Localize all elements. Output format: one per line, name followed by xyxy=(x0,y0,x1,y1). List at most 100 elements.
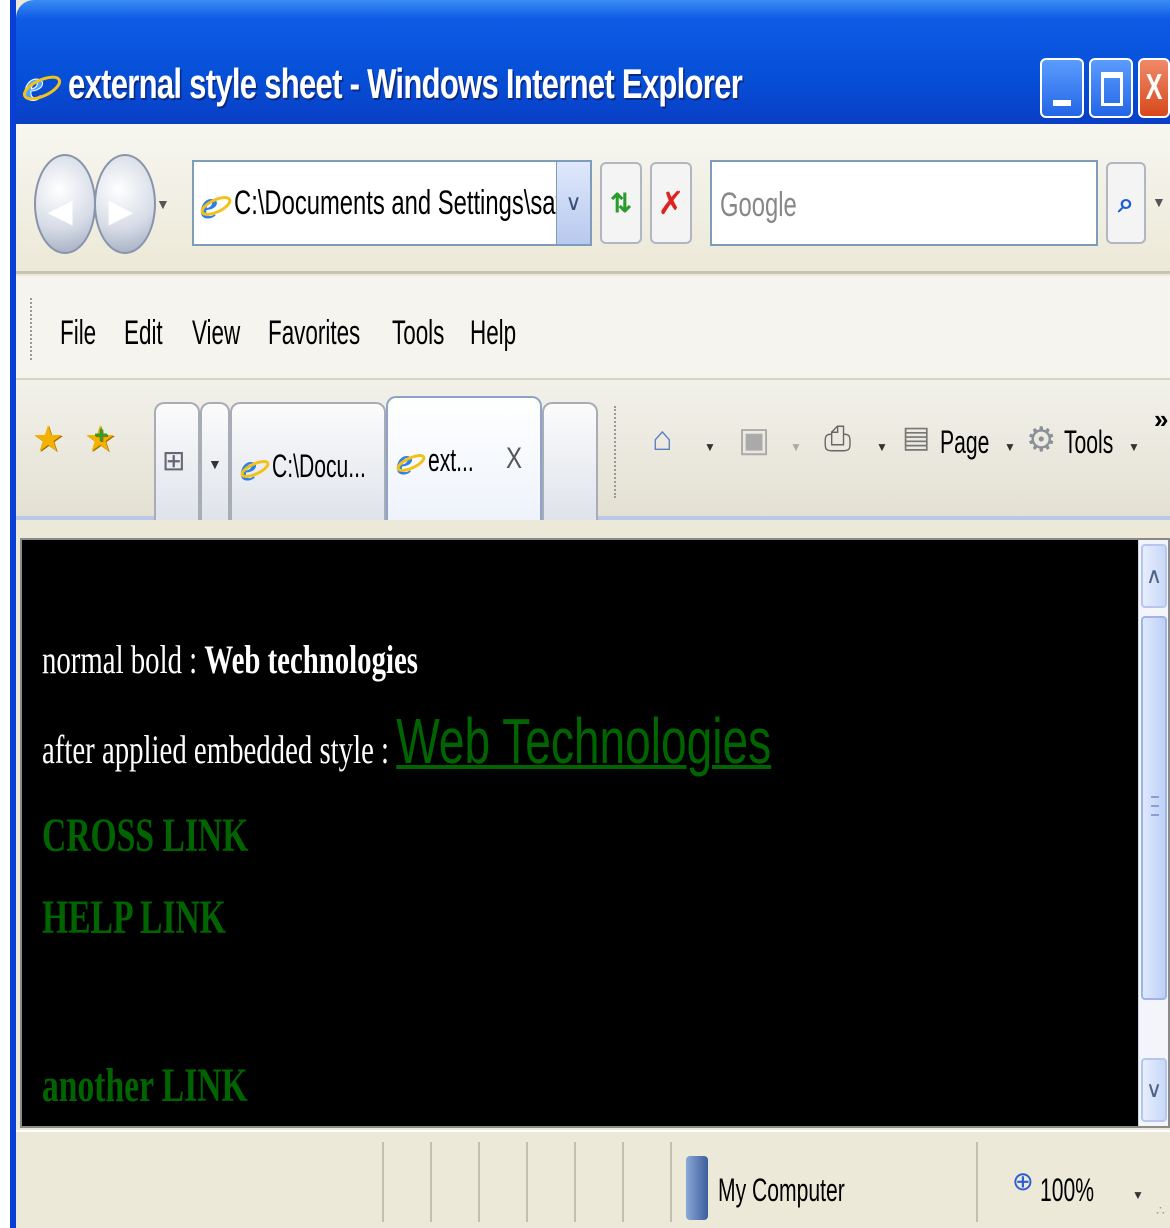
back-arrow-icon: ◀ xyxy=(49,195,73,228)
new-tab-button[interactable] xyxy=(542,402,598,520)
chevron-down-icon: ∨ xyxy=(1145,1077,1163,1102)
address-input[interactable]: C:\Documents and Settings\sati xyxy=(234,184,577,223)
close-icon: X xyxy=(1145,66,1163,107)
ie-page-icon: e xyxy=(240,448,270,486)
forward-button[interactable]: ▶ xyxy=(94,154,156,254)
computer-icon xyxy=(686,1156,708,1220)
minimize-icon xyxy=(1053,100,1071,106)
status-divider xyxy=(430,1142,432,1222)
address-bar[interactable]: e C:\Documents and Settings\sati ∨ xyxy=(192,160,592,246)
embedded-style-label: after applied embedded style : xyxy=(42,727,397,772)
command-bar: ★ ★ + ⊞ ▼ e C:\Docu... e ext... X ⌂ ▼ ▣ ▼… xyxy=(16,380,1170,520)
page-dropdown[interactable]: ▼ xyxy=(1004,440,1016,454)
toolbar-grip[interactable] xyxy=(30,298,34,360)
bold-text: Web technologies xyxy=(204,637,418,682)
menu-file[interactable]: File xyxy=(60,314,96,353)
ie-logo-icon: e xyxy=(22,62,62,106)
status-divider xyxy=(478,1142,480,1222)
cross-link[interactable]: CROSS LINK xyxy=(42,808,248,863)
menu-view[interactable]: View xyxy=(192,314,240,353)
close-button[interactable]: X xyxy=(1138,58,1170,118)
status-divider xyxy=(382,1142,384,1222)
ie-page-icon: e xyxy=(200,184,232,224)
scroll-thumb[interactable] xyxy=(1141,616,1167,1000)
zoom-level[interactable]: 100% xyxy=(1040,1172,1094,1209)
menu-tools[interactable]: Tools xyxy=(392,314,444,353)
search-button[interactable]: ⌕ xyxy=(1106,162,1146,244)
page-content: normal bold : Web technologies after app… xyxy=(22,540,1136,1126)
scroll-up-button[interactable]: ∧ xyxy=(1141,544,1167,608)
more-commands-icon[interactable]: » xyxy=(1154,404,1168,435)
zoom-icon: ⊕ xyxy=(1012,1166,1034,1196)
status-divider xyxy=(574,1142,576,1222)
search-icon: ⌕ xyxy=(1118,187,1134,218)
status-bar: My Computer ⊕ 100% ▼ ∴ xyxy=(16,1130,1170,1228)
navigation-bar: ◀ ▶ ▼ e C:\Documents and Settings\sati ∨… xyxy=(16,124,1170,274)
resize-grip-icon[interactable]: ∴ xyxy=(1156,1202,1165,1219)
refresh-button[interactable]: ⇅ xyxy=(600,162,642,244)
page-menu-button[interactable]: Page xyxy=(940,424,989,461)
status-divider xyxy=(670,1142,672,1222)
menu-bar: File Edit View Favorites Tools Help xyxy=(16,276,1170,380)
chevron-up-icon: ∧ xyxy=(1145,563,1163,588)
another-link[interactable]: another LINK xyxy=(42,1058,248,1113)
feeds-icon[interactable]: ▣ xyxy=(738,420,770,460)
embedded-style-line: after applied embedded style : Web Techn… xyxy=(42,704,771,778)
help-link[interactable]: HELP LINK xyxy=(42,890,226,945)
status-divider xyxy=(526,1142,528,1222)
recent-pages-dropdown[interactable]: ▼ xyxy=(156,196,170,212)
tab-documents[interactable]: e C:\Docu... xyxy=(230,402,386,520)
chevron-down-icon: ∨ xyxy=(565,190,582,215)
maximize-icon xyxy=(1101,72,1123,106)
vertical-scrollbar[interactable]: ∧ ∨ xyxy=(1138,540,1168,1126)
browser-window: e external style sheet - Windows Interne… xyxy=(10,0,1170,1228)
zoom-dropdown[interactable]: ▼ xyxy=(1132,1188,1144,1202)
add-favorites-icon[interactable]: ★ + xyxy=(84,418,116,460)
tab-list-button[interactable]: ▼ xyxy=(200,402,230,520)
gear-icon: ⚙ xyxy=(1026,421,1057,459)
print-icon[interactable]: ⎙ xyxy=(824,420,851,459)
home-dropdown[interactable]: ▼ xyxy=(704,440,716,454)
tab-external-style-sheet[interactable]: e ext... X xyxy=(386,396,542,520)
print-dropdown[interactable]: ▼ xyxy=(876,440,888,454)
feeds-dropdown[interactable]: ▼ xyxy=(790,440,802,454)
page-viewport: normal bold : Web technologies after app… xyxy=(20,538,1170,1128)
tab-label: ext... xyxy=(428,442,474,478)
tab-label: C:\Docu... xyxy=(272,448,366,484)
status-divider xyxy=(622,1142,624,1222)
minimize-button[interactable] xyxy=(1040,58,1084,118)
window-title: external style sheet - Windows Internet … xyxy=(68,60,743,107)
toolbar-separator xyxy=(614,406,616,498)
menu-favorites[interactable]: Favorites xyxy=(268,314,360,353)
home-icon[interactable]: ⌂ xyxy=(652,420,673,459)
address-dropdown-button[interactable]: ∨ xyxy=(556,162,590,244)
scroll-grip-icon xyxy=(1151,796,1159,816)
tools-dropdown[interactable]: ▼ xyxy=(1128,440,1140,454)
title-bar[interactable]: e external style sheet - Windows Interne… xyxy=(16,0,1170,124)
stop-button[interactable]: ✗ xyxy=(650,162,692,244)
search-options-dropdown[interactable]: ▼ xyxy=(1152,194,1166,210)
chevron-down-icon: ▼ xyxy=(208,456,222,472)
page-icon: ▤ xyxy=(902,421,931,454)
status-divider xyxy=(976,1142,978,1222)
quick-tabs-icon: ⊞ xyxy=(162,445,186,476)
forward-arrow-icon: ▶ xyxy=(109,195,133,228)
tools-menu-button[interactable]: Tools xyxy=(1064,424,1113,461)
tab-close-button[interactable]: X xyxy=(506,442,522,476)
normal-bold-label: normal bold : xyxy=(42,637,205,682)
stop-icon: ✗ xyxy=(657,185,685,221)
security-zone-label[interactable]: My Computer xyxy=(718,1172,845,1209)
styled-heading-text: Web Technologies xyxy=(396,705,772,777)
scroll-down-button[interactable]: ∨ xyxy=(1141,1058,1167,1122)
search-box[interactable]: Google xyxy=(710,160,1098,246)
menu-help[interactable]: Help xyxy=(470,314,516,353)
menu-edit[interactable]: Edit xyxy=(124,314,163,353)
maximize-button[interactable] xyxy=(1089,58,1133,118)
search-input[interactable]: Google xyxy=(720,186,797,225)
normal-bold-line: normal bold : Web technologies xyxy=(42,636,418,683)
ie-page-icon: e xyxy=(396,442,426,480)
quick-tabs-button[interactable]: ⊞ xyxy=(154,402,200,520)
favorites-center-icon[interactable]: ★ xyxy=(32,418,64,460)
back-button[interactable]: ◀ xyxy=(34,154,96,254)
refresh-icon: ⇅ xyxy=(610,188,632,218)
